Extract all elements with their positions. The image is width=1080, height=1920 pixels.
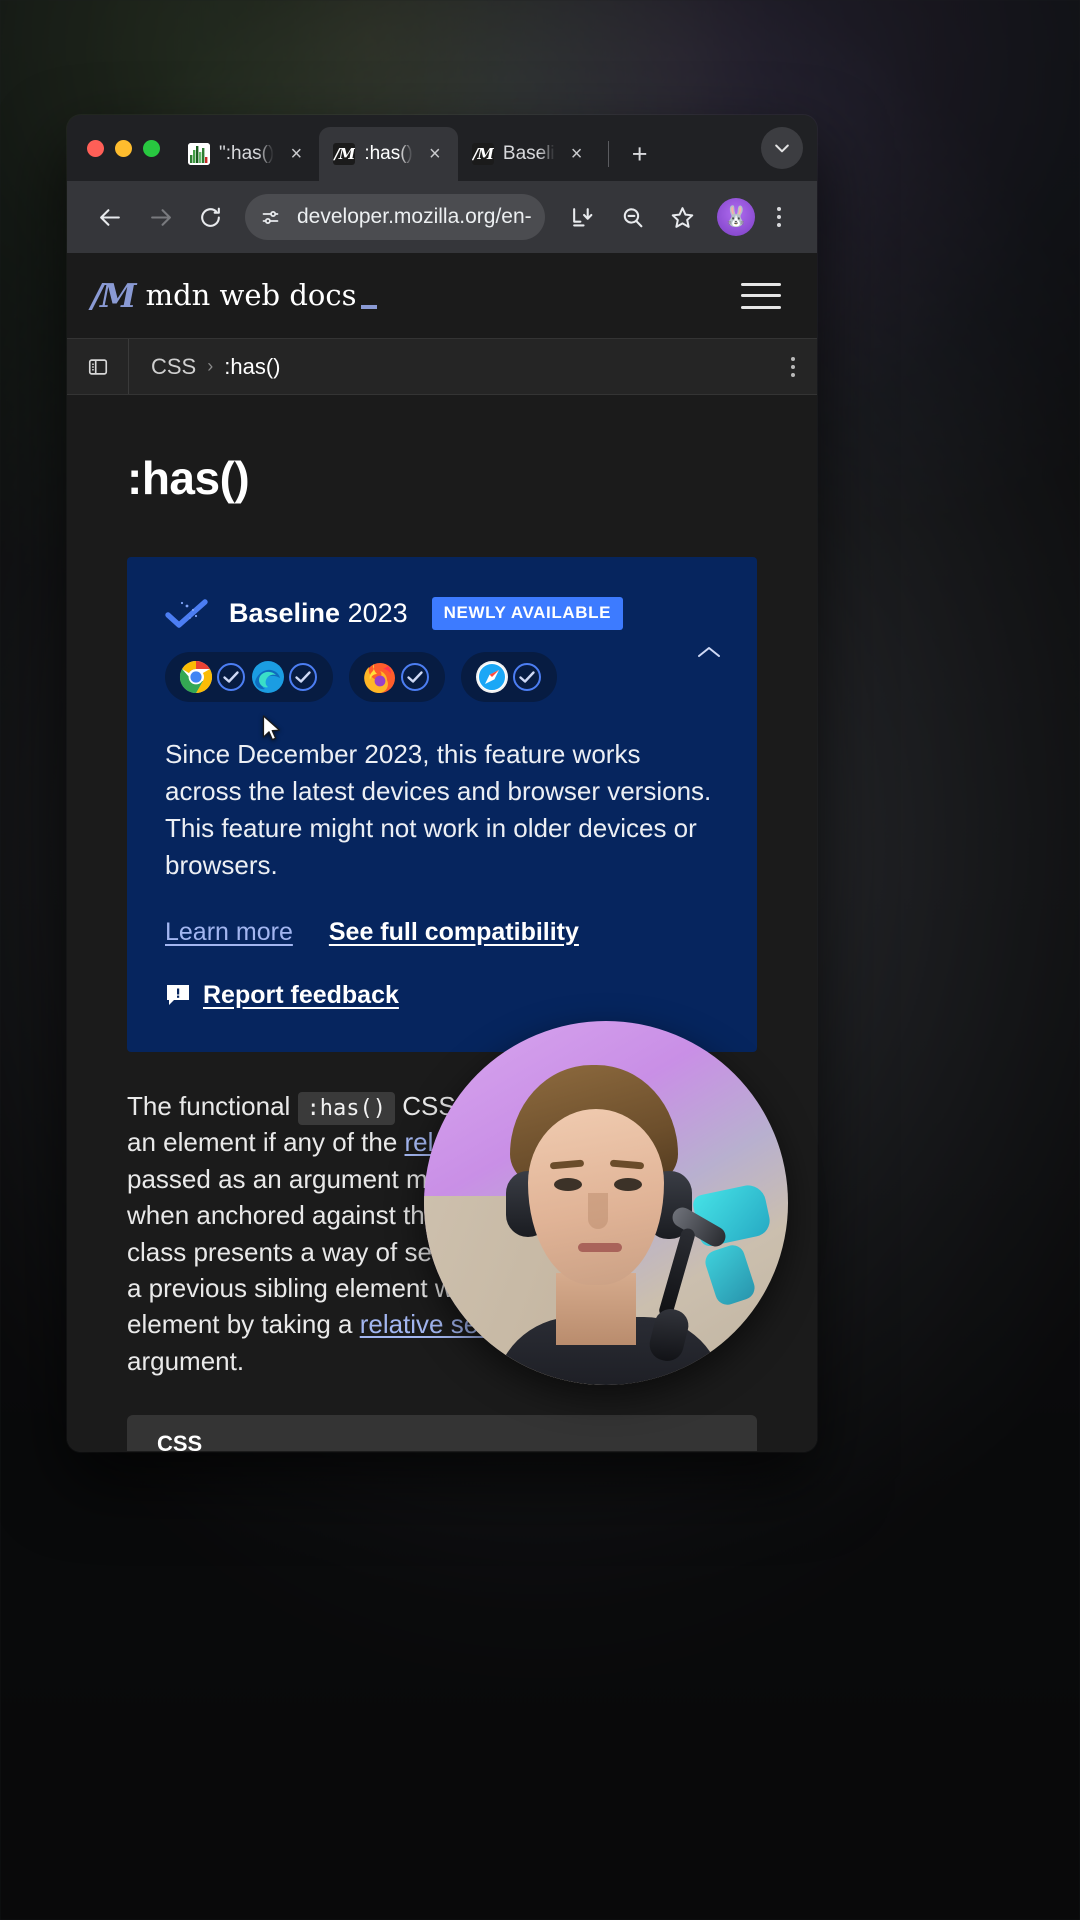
browser-support-group-safari: [461, 652, 557, 702]
browser-support-list: [165, 652, 719, 702]
dot: [791, 372, 795, 377]
browser-tab-2[interactable]: /M :has() ×: [319, 127, 458, 181]
kebab-menu-icon[interactable]: [791, 356, 795, 377]
hamburger-menu-icon[interactable]: [741, 279, 781, 313]
browser-support-edge[interactable]: [251, 660, 319, 694]
tab-strip: ":has() × /M :has() × /M Baseli × +: [67, 115, 817, 181]
sidebar-toggle-icon[interactable]: [67, 339, 129, 394]
code-block: CSS /* Selects an h1 heading with a para…: [127, 1415, 757, 1451]
url-text[interactable]: developer.mozilla.org/en-...: [297, 205, 531, 229]
tab-close-button[interactable]: ×: [422, 141, 448, 167]
baseline-description: Since December 2023, this feature works …: [165, 739, 712, 880]
tune-icon[interactable]: [251, 198, 289, 236]
star-icon[interactable]: [659, 194, 705, 240]
supported-check-icon: [287, 661, 319, 693]
prose-part-1: The functional: [127, 1090, 298, 1121]
chevron-down-icon[interactable]: [761, 127, 803, 169]
tab-close-button[interactable]: ×: [564, 141, 590, 167]
browser-toolbar: developer.mozilla.org/en-... 🐰: [67, 181, 817, 253]
breadcrumb: CSS › :has(): [129, 354, 791, 380]
baseline-heading-row: Baseline 2023 NEWLY AVAILABLE: [165, 597, 719, 630]
bar: [741, 294, 781, 297]
inline-code-has: :has(): [297, 1091, 396, 1125]
mouse-pointer-icon: [262, 715, 282, 745]
kebab-menu-icon[interactable]: [759, 194, 799, 240]
reload-button[interactable]: [187, 194, 233, 240]
breadcrumb-bar: CSS › :has(): [67, 339, 817, 395]
report-feedback-link[interactable]: Report feedback: [165, 981, 719, 1010]
browser-support-group-firefox: [349, 652, 445, 702]
report-feedback-icon: [165, 982, 191, 1008]
browser-tab-1[interactable]: ":has() ×: [174, 127, 319, 181]
firefox-icon: [363, 660, 397, 694]
browser-support-firefox[interactable]: [363, 660, 431, 694]
close-window-button[interactable]: [87, 139, 104, 157]
baseline-label: Baseline: [229, 598, 341, 628]
presenter-eye-left: [554, 1178, 582, 1191]
presenter-webcam-circle: [424, 1021, 788, 1385]
learn-more-link[interactable]: Learn more: [165, 918, 293, 947]
browser-support-chrome[interactable]: [179, 660, 247, 694]
zoom-out-icon[interactable]: [609, 194, 655, 240]
breadcrumb-item-css[interactable]: CSS: [151, 354, 196, 380]
tab-title: Baseli: [502, 143, 555, 164]
back-button[interactable]: [87, 194, 133, 240]
supported-check-icon: [215, 661, 247, 693]
dot: [791, 356, 795, 361]
safari-icon: [475, 660, 509, 694]
maximize-window-button[interactable]: [143, 139, 160, 157]
new-tab-button[interactable]: +: [621, 135, 659, 173]
breadcrumb-separator: ›: [207, 356, 214, 376]
install-app-icon[interactable]: [559, 194, 605, 240]
mdn-logo-glyph: /M: [472, 144, 494, 163]
page-title: :has(): [127, 452, 250, 504]
browser-tab-3[interactable]: /M Baseli ×: [458, 127, 600, 181]
chart-favicon: [188, 143, 210, 165]
tab-close-button[interactable]: ×: [283, 141, 309, 167]
forward-button[interactable]: [137, 194, 183, 240]
dot: [777, 223, 781, 227]
profile-glyph: 🐰: [723, 206, 749, 228]
mdn-logo[interactable]: /M mdn web docs: [91, 276, 378, 315]
browser-support-group-chromium: [165, 652, 333, 702]
presenter-eye-right: [614, 1178, 642, 1191]
report-feedback-label: Report feedback: [203, 980, 399, 1009]
mdn-favicon: /M: [333, 143, 356, 165]
window-traffic-lights: [81, 115, 174, 181]
baseline-check-icon: [165, 598, 211, 629]
bar: [741, 305, 781, 309]
presenter-mouth: [578, 1243, 622, 1252]
breadcrumb-item-has: :has(): [224, 353, 281, 379]
code-language-label: CSS: [127, 1415, 757, 1451]
dot: [791, 364, 795, 369]
browser-support-safari[interactable]: [475, 660, 543, 694]
tab-title: ":has(): [219, 143, 275, 164]
profile-avatar[interactable]: 🐰: [717, 198, 755, 236]
mdn-logo-glyph: /M: [334, 144, 355, 163]
mdn-logo-text: mdn web docs: [145, 278, 378, 312]
baseline-title: Baseline 2023: [229, 598, 408, 629]
presenter-nose: [588, 1193, 608, 1229]
minimize-window-button[interactable]: [115, 139, 132, 157]
mdn-favicon: /M: [471, 143, 494, 165]
baseline-year-value: 2023: [347, 598, 408, 628]
supported-check-icon: [399, 661, 431, 693]
chevron-up-icon[interactable]: [695, 643, 723, 663]
tab-divider: [607, 141, 609, 167]
mdn-site-header: /M mdn web docs: [67, 253, 817, 339]
supported-check-icon: [511, 661, 543, 693]
tab-title: :has(): [364, 143, 413, 164]
dot: [777, 215, 781, 219]
edge-icon: [251, 660, 285, 694]
mdn-logo-mark: /M: [91, 276, 137, 315]
status-badge: NEWLY AVAILABLE: [431, 597, 624, 630]
bar: [741, 282, 781, 286]
dot: [777, 207, 781, 211]
baseline-links: Learn more See full compatibility: [165, 918, 719, 947]
baseline-year: [340, 598, 348, 628]
baseline-banner: Baseline 2023 NEWLY AVAILABLE Since Dece…: [127, 557, 757, 1052]
see-full-compatibility-link[interactable]: See full compatibility: [329, 918, 579, 947]
address-bar[interactable]: developer.mozilla.org/en-...: [245, 194, 545, 240]
chrome-icon: [179, 660, 213, 694]
